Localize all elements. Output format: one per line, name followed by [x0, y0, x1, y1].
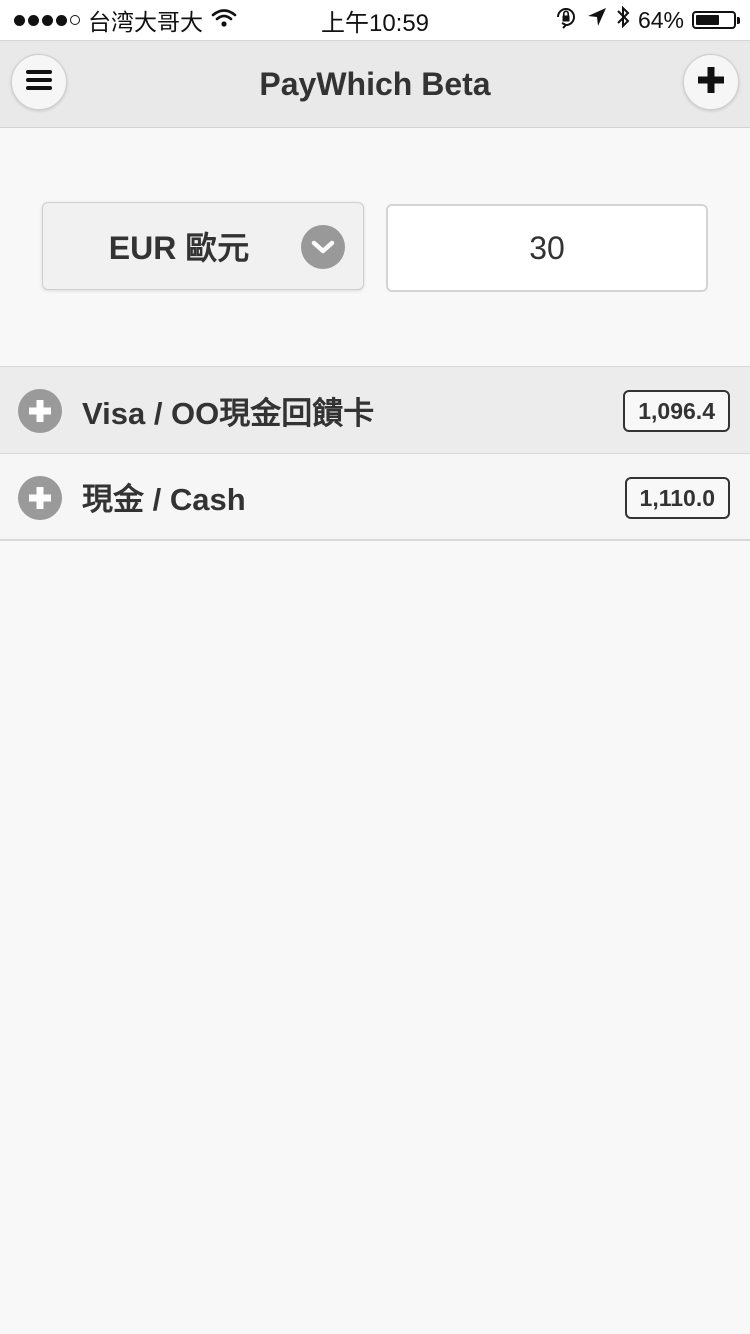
bluetooth-icon [616, 5, 630, 35]
app-header: PayWhich Beta [0, 40, 750, 128]
status-right: 64% [554, 5, 740, 35]
status-left: 台湾大哥大 [14, 3, 237, 37]
list-item-label: 現金 / Cash [82, 482, 246, 517]
hamburger-menu-icon [25, 69, 53, 96]
list-item[interactable]: 現金 / Cash 1,110.0 [0, 453, 750, 541]
plus-circle-icon[interactable] [18, 389, 62, 433]
signal-dots-icon [14, 14, 80, 26]
chevron-down-icon [301, 225, 345, 269]
list-item-label: Visa / OO現金回饋卡 [82, 395, 375, 431]
list-item[interactable]: Visa / OO現金回饋卡 1,096.4 [0, 366, 750, 453]
payment-method-list: Visa / OO現金回饋卡 1,096.4 現金 / Cash 1,110.0 [0, 366, 750, 541]
amount-badge: 1,096.4 [623, 390, 730, 432]
status-bar: 台湾大哥大 上午10:59 64% [0, 0, 750, 40]
amount-input[interactable] [386, 204, 708, 292]
page-title: PayWhich Beta [259, 65, 491, 102]
rotation-lock-icon [554, 5, 578, 35]
plus-circle-icon[interactable] [18, 476, 62, 520]
battery-icon [692, 11, 740, 29]
currency-select[interactable]: EUR 歐元 [42, 202, 364, 290]
carrier-name: 台湾大哥大 [88, 9, 203, 35]
wifi-icon [211, 7, 237, 34]
plus-icon [697, 66, 725, 99]
add-button[interactable] [683, 54, 739, 110]
amount-badge: 1,110.0 [624, 477, 730, 519]
battery-percent: 64% [637, 6, 684, 33]
currency-selected-label: EUR 歐元 [108, 230, 250, 266]
menu-button[interactable] [11, 54, 67, 110]
converter-panel: EUR 歐元 [0, 128, 750, 366]
location-arrow-icon [586, 6, 608, 34]
